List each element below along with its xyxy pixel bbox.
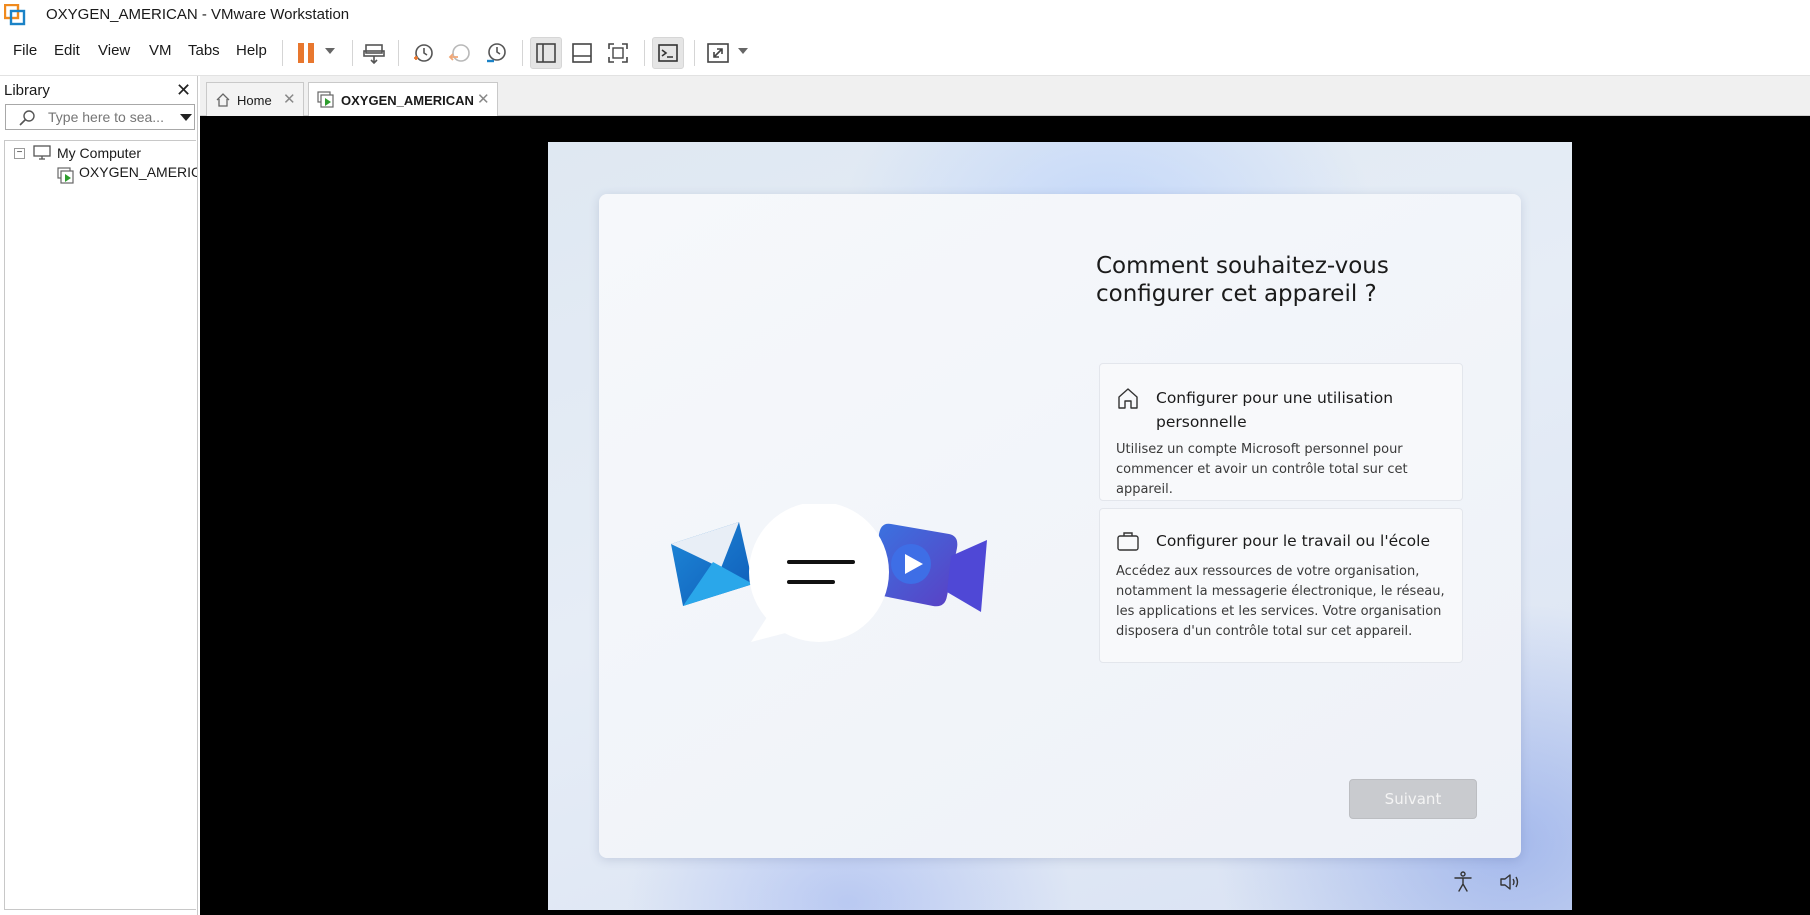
toolbar-separator — [522, 40, 523, 66]
search-icon — [19, 110, 35, 126]
oobe-card: Comment souhaitez-vous configurer cet ap… — [599, 194, 1521, 858]
computer-icon — [33, 145, 51, 160]
option-work-title: Configurer pour le travail ou l'école — [1156, 532, 1430, 550]
toolbar-separator — [352, 40, 353, 66]
tab-vm-close-button[interactable]: ✕ — [477, 90, 490, 108]
send-ctrl-alt-del-button[interactable] — [358, 37, 390, 69]
toolbar-separator — [282, 40, 283, 66]
library-panel: Library ✕ − My Computer OXYGEN_AMERIC — [0, 76, 198, 915]
menu-view[interactable]: View — [98, 42, 130, 59]
stretch-guest-button[interactable] — [702, 37, 734, 69]
snapshot-button[interactable] — [407, 37, 439, 69]
mail-icon — [671, 522, 753, 606]
tab-home-label: Home — [237, 93, 272, 108]
menu-file[interactable]: File — [13, 42, 37, 59]
search-dropdown-arrow[interactable] — [180, 114, 192, 121]
revert-snapshot-icon — [448, 44, 470, 62]
full-screen-icon — [608, 43, 628, 63]
menu-vm[interactable]: VM — [149, 42, 172, 59]
tree-item-my-computer[interactable]: My Computer — [57, 145, 141, 161]
oobe-title: Comment souhaitez-vous configurer cet ap… — [1096, 253, 1389, 307]
title-bar: OXYGEN_AMERICAN - VMware Workstation — [0, 0, 1810, 30]
home-icon — [216, 93, 230, 107]
console-view-button[interactable] — [652, 37, 684, 69]
pause-icon — [298, 43, 314, 63]
tab-oxygen-american[interactable]: OXYGEN_AMERICAN ✕ — [308, 82, 498, 116]
snapshot-icon — [414, 44, 433, 62]
option-personal-title: Configurer pour une utilisation personne… — [1156, 389, 1394, 431]
running-vm-icon — [317, 91, 334, 108]
tree-collapse-toggle[interactable]: − — [14, 148, 25, 159]
library-search-box — [5, 104, 195, 130]
option-personal-description: Utilisez un compte Microsoft personnel p… — [1116, 442, 1408, 497]
show-library-button[interactable] — [530, 37, 562, 69]
volume-icon[interactable] — [1498, 870, 1522, 894]
stretch-guest-icon — [707, 43, 729, 63]
revert-snapshot-button[interactable] — [444, 37, 476, 69]
library-close-button[interactable]: ✕ — [176, 80, 191, 101]
video-call-icon — [874, 523, 987, 612]
console-view-icon — [658, 44, 678, 62]
guest-screen[interactable]: Comment souhaitez-vous configurer cet ap… — [548, 142, 1572, 910]
window-title: OXYGEN_AMERICAN - VMware Workstation — [46, 6, 350, 23]
toolbar-separator — [398, 40, 399, 66]
library-tree: − My Computer OXYGEN_AMERIC — [4, 140, 197, 910]
stretch-dropdown[interactable] — [738, 48, 748, 54]
thumbnail-bar-button[interactable] — [566, 37, 598, 69]
option-work-school[interactable]: Configurer pour le travail ou l'école Ac… — [1099, 508, 1463, 663]
briefcase-icon — [1117, 532, 1139, 551]
toolbar-separator — [644, 40, 645, 66]
library-search-input[interactable] — [48, 108, 176, 126]
full-screen-button[interactable] — [602, 37, 634, 69]
tab-home[interactable]: Home ✕ — [206, 82, 304, 116]
menu-help[interactable]: Help — [236, 42, 267, 59]
running-vm-icon — [57, 167, 74, 184]
snapshot-manager-button[interactable] — [480, 37, 512, 69]
tab-vm-label: OXYGEN_AMERICAN — [341, 93, 474, 108]
toolbar-separator — [694, 40, 695, 66]
show-library-icon — [536, 43, 556, 63]
library-title: Library — [4, 82, 50, 99]
accessibility-icon[interactable] — [1451, 870, 1475, 894]
tree-item-vm[interactable]: OXYGEN_AMERIC — [79, 164, 197, 180]
option-personal-use[interactable]: Configurer pour une utilisation personne… — [1099, 363, 1463, 501]
option-work-description: Accédez aux ressources de votre organisa… — [1116, 564, 1445, 639]
communication-illustration — [671, 504, 987, 642]
power-dropdown[interactable] — [325, 48, 335, 54]
tab-home-close-button[interactable]: ✕ — [283, 90, 296, 108]
menu-tabs[interactable]: Tabs — [188, 42, 220, 59]
menu-edit[interactable]: Edit — [54, 42, 80, 59]
next-button[interactable]: Suivant — [1349, 779, 1477, 819]
chat-bubble-icon — [749, 504, 889, 642]
snapshot-manager-icon — [487, 43, 506, 63]
send-ctrl-alt-del-icon — [363, 44, 385, 65]
tab-strip: Home ✕ OXYGEN_AMERICAN ✕ — [200, 76, 1810, 116]
thumbnail-bar-icon — [572, 43, 592, 63]
toolbar: File Edit View VM Tabs Help — [0, 30, 1810, 76]
vmware-logo-icon — [4, 4, 26, 26]
home-icon — [1118, 388, 1138, 409]
pause-button[interactable] — [290, 37, 322, 69]
